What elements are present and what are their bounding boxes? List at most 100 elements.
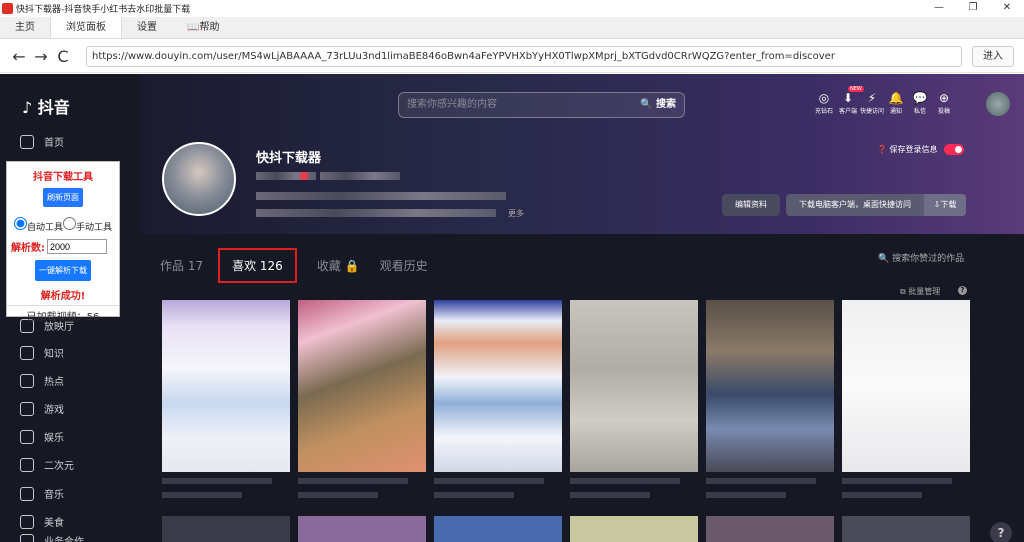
video-card[interactable] [706,516,834,542]
star-icon [20,429,34,444]
sidebar-item-home[interactable]: 首页 [20,134,64,149]
food-icon [20,514,34,529]
sidebar-item-label: 业务合作 [44,533,84,542]
radio-auto[interactable] [13,217,27,230]
quick-access-button[interactable]: ⚡ 快捷访问 [860,90,884,115]
recharge-button[interactable]: ◎ 充钻石 [812,90,836,115]
url-input[interactable]: https://www.douyin.com/user/MS4wLjABAAAA… [86,46,962,67]
close-button[interactable]: ✕ [990,0,1024,16]
tab-favorites[interactable]: 收藏 🔒 [317,257,360,274]
back-button[interactable]: ← [8,47,30,66]
video-card[interactable] [706,300,834,472]
more-link[interactable]: 更多 [508,208,524,219]
help-icon[interactable]: ? [958,286,967,295]
video-caption [298,492,378,498]
blurred-info [300,172,308,180]
download-prompt[interactable]: 下载电脑客户端，桌面快捷访问 [786,194,924,216]
content-tabs: 作品 17 喜欢 126 收藏 🔒 观看历史 [160,248,448,283]
search-button[interactable]: 🔍 搜索 [640,93,676,117]
video-card[interactable] [570,516,698,542]
notification-button[interactable]: 🔔 通知 [884,90,908,115]
tab-help[interactable]: 📖帮助 [172,17,234,38]
profile-name: 快抖下载器 [256,151,322,166]
mode-radio-group: 自动工具 手动工具 [7,217,119,233]
lightning-icon: ⚡ [867,91,877,105]
sidebar-item-entertainment[interactable]: 娱乐 [20,429,64,444]
sidebar-item-label: 首页 [44,138,64,149]
help-circle-icon: ❓ [877,145,887,154]
edit-profile-button[interactable]: 编辑资料 [722,194,780,216]
client-button[interactable]: NEW ⬇ 客户端 [836,86,864,115]
profile-avatar[interactable] [162,142,236,216]
sidebar-item-hot[interactable]: 热点 [20,373,64,388]
book-icon [20,345,34,360]
message-button[interactable]: 💬 私信 [908,90,932,115]
app-tabbar: 主页 浏览面板 设置 📖帮助 [0,17,1024,39]
save-login-toggle[interactable]: ❓ 保存登录信息 [877,144,964,155]
app-logo-icon [2,2,13,14]
search-placeholder: 搜索你感兴趣的内容 [407,99,497,110]
refresh-page-button[interactable]: 刷新页面 [43,188,83,207]
window-titlebar: 快抖下载器-抖音快手小红书去水印批量下载 — ❐ ✕ [0,0,1024,16]
top-icon-label: 通知 [889,108,902,115]
sidebar-item-games[interactable]: 游戏 [20,401,64,416]
batch-manage-button[interactable]: ⧉ 批量管理 [900,286,940,297]
video-card[interactable] [162,516,290,542]
top-icon-bar: ◎ 充钻石 NEW ⬇ 客户端 ⚡ 快捷访问 🔔 通知 💬 私信 ⊕ 投稿 [812,86,956,115]
top-icon-label: 快捷访问 [860,108,885,115]
video-card[interactable] [842,300,970,472]
video-caption [570,492,650,498]
diamond-icon: ◎ [818,91,830,105]
plus-icon: ⊕ [938,91,950,105]
sidebar-item-anime[interactable]: 二次元 [20,457,74,472]
video-card[interactable] [162,300,290,472]
site-search-input[interactable]: 搜索你感兴趣的内容 🔍 搜索 [398,92,685,118]
video-caption [434,492,514,498]
video-caption [298,478,408,484]
reload-button[interactable]: C [52,47,74,66]
parse-count-input[interactable] [47,239,107,254]
video-card[interactable] [842,516,970,542]
radio-manual[interactable] [63,217,76,230]
tab-settings[interactable]: 设置 [122,17,172,38]
video-caption [842,478,952,484]
video-card[interactable] [434,516,562,542]
forward-button[interactable]: → [30,47,52,66]
tab-home[interactable]: 主页 [0,17,50,38]
restore-button[interactable]: ❐ [956,0,990,16]
webview: ♪ 抖音 首页 放映厅 知识 热点 游戏 娱乐 二次元 音乐 美食 业务合作 搜… [0,74,1024,542]
tab-history[interactable]: 观看历史 [380,257,428,274]
parse-count-row: 解析数: [7,239,119,254]
sidebar-item-business[interactable]: 业务合作 [20,533,84,542]
sidebar-item-knowledge[interactable]: 知识 [20,345,64,360]
video-card[interactable] [434,300,562,472]
video-card[interactable] [298,516,426,542]
go-button[interactable]: 进入 [972,46,1014,67]
business-icon [20,533,34,542]
minimize-button[interactable]: — [922,0,956,16]
home-icon [20,134,34,149]
sidebar-item-music[interactable]: 音乐 [20,486,64,501]
tab-likes[interactable]: 喜欢 126 [218,248,297,283]
douyin-logo[interactable]: ♪ 抖音 [22,94,70,118]
help-float-button[interactable]: ? [990,522,1012,542]
tab-works[interactable]: 作品 17 [160,257,203,274]
bell-icon: 🔔 [888,91,904,105]
top-icon-label: 私信 [913,108,926,115]
loaded-count: 已加载视频：56 [7,305,119,323]
video-card[interactable] [570,300,698,472]
radio-manual-label: 手动工具 [76,223,113,233]
tool-title: 抖音下载工具 [33,172,93,183]
user-avatar[interactable] [986,92,1010,116]
search-likes-link[interactable]: 🔍 搜索你赞过的作品 [878,251,964,264]
upload-button[interactable]: ⊕ 投稿 [932,90,956,115]
toggle-switch[interactable] [943,144,964,155]
video-card[interactable] [298,300,426,472]
flame-icon [20,373,34,388]
download-button[interactable]: ⇩下载 [924,194,966,216]
sidebar-item-label: 热点 [44,377,64,388]
one-click-parse-button[interactable]: 一键解析下载 [35,260,91,281]
video-caption [434,478,544,484]
sidebar-item-food[interactable]: 美食 [20,514,64,529]
tab-browse-panel[interactable]: 浏览面板 [50,17,122,38]
